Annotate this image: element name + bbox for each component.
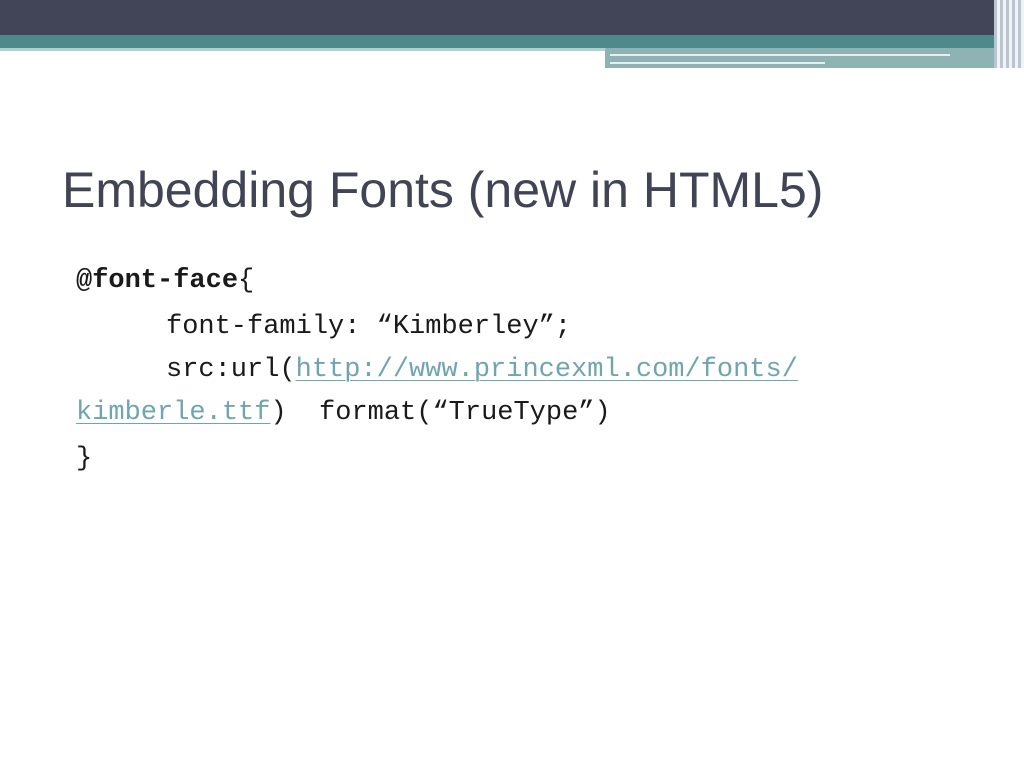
slide-title: Embedding Fonts (new in HTML5)	[62, 162, 824, 218]
open-brace: {	[238, 266, 255, 296]
src-suffix: ) format(“TrueType”)	[270, 398, 611, 428]
slide: Embedding Fonts (new in HTML5) @font-fac…	[0, 0, 1024, 768]
code-line-font-family: font-family: “Kimberley”;	[76, 304, 976, 350]
code-line-src-continued: kimberle.ttf) format(“TrueType”)	[76, 390, 976, 436]
code-line-at-rule: @font-face{	[76, 258, 976, 304]
header-band-dark	[0, 0, 1024, 35]
close-brace: }	[76, 444, 93, 474]
header-band-teal	[0, 35, 1024, 48]
header-band-step-line-short	[610, 62, 825, 64]
header-stripes	[994, 0, 1024, 68]
code-line-src: src:url(http://www.princexml.com/fonts/	[76, 350, 976, 390]
at-rule-keyword: @font-face	[76, 266, 239, 296]
header-band-step-line	[610, 54, 950, 56]
code-block: @font-face{ font-family: “Kimberley”; sr…	[76, 258, 976, 482]
header-band-line	[0, 48, 605, 51]
font-url-link-part1[interactable]: http://www.princexml.com/fonts/	[296, 355, 798, 385]
header-band-step	[605, 48, 1005, 68]
code-line-close: }	[76, 436, 976, 482]
font-url-link-part2[interactable]: kimberle.ttf	[76, 398, 270, 428]
src-prefix: src:url(	[166, 355, 296, 385]
font-family-declaration: font-family: “Kimberley”;	[166, 312, 572, 342]
